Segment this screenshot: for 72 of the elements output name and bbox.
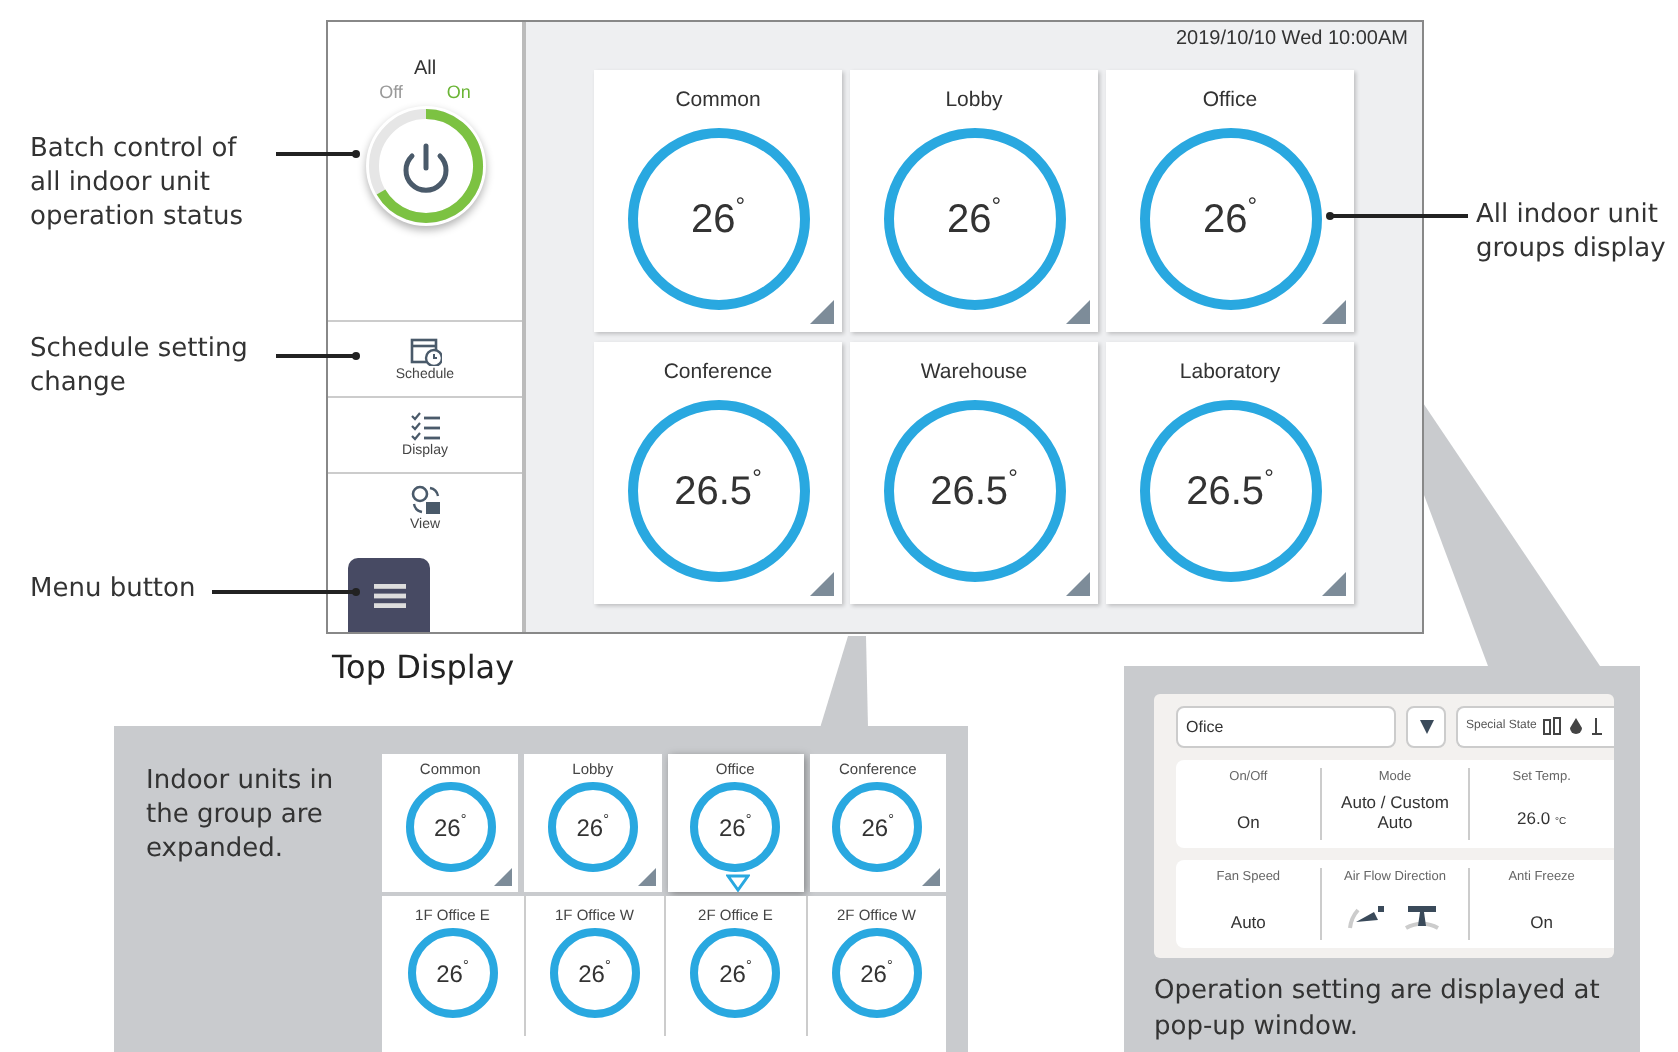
- temperature-ring: 26$^{°}$: [407, 928, 498, 1018]
- caret-icon: [1419, 719, 1433, 733]
- power-toggle-button[interactable]: [365, 106, 485, 226]
- corner-triangle-icon: [810, 572, 834, 596]
- callout-text: Schedule setting change: [30, 332, 250, 400]
- leader-line: [1328, 214, 1468, 218]
- setting-value[interactable]: Auto: [1190, 912, 1307, 932]
- leader-line: [276, 354, 356, 358]
- group-select-field[interactable]: Ofice: [1176, 705, 1396, 747]
- group-tile[interactable]: Conference 26.5$^{°}$: [594, 342, 842, 604]
- on-label: On: [446, 82, 471, 104]
- unit-icon: [1542, 716, 1563, 736]
- drop-icon: [1568, 716, 1585, 736]
- temperature-ring: 26.5$^{°}$: [1139, 400, 1321, 582]
- temperature-ring: 26$^{°}$: [627, 128, 809, 310]
- temperature-ring: 26$^{°}$: [405, 782, 496, 872]
- setting-value[interactable]: On: [1483, 912, 1600, 932]
- swing-louver-icon: [1346, 904, 1387, 932]
- callout-text: All indoor unit groups display: [1476, 198, 1668, 266]
- screen-caption: Top Display: [332, 646, 515, 690]
- group-name: Lobby: [945, 86, 1003, 114]
- corner-triangle-icon: [810, 300, 834, 324]
- leader-dot: [352, 150, 360, 158]
- leader-dot: [352, 588, 360, 596]
- corner-triangle-icon: [1066, 572, 1090, 596]
- panel-caption: Operation setting are displayed at pop-up window.: [1154, 974, 1602, 1046]
- off-label: Off: [379, 82, 403, 104]
- corner-triangle-icon: [922, 868, 940, 886]
- corner-triangle-icon: [1322, 300, 1346, 324]
- temperature-ring: 26$^{°}$: [831, 928, 922, 1018]
- pointer-icon: [725, 874, 749, 892]
- temperature-ring: 26$^{°}$: [690, 928, 781, 1018]
- temperature-ring: 26$^{°}$: [832, 782, 923, 872]
- leader-line: [276, 152, 356, 156]
- temperature-ring: 26$^{°}$: [690, 782, 781, 872]
- menu-icon: [373, 583, 405, 608]
- group-tile[interactable]: Office 26$^{°}$: [1106, 70, 1354, 332]
- corner-triangle-icon: [1066, 300, 1090, 324]
- corner-triangle-icon: [637, 868, 655, 886]
- panel-caption: Indoor units in the group are expanded.: [146, 764, 336, 868]
- leader-line: [212, 590, 356, 594]
- group-name: Laboratory: [1179, 358, 1281, 386]
- menu-button[interactable]: [348, 558, 430, 632]
- group-name: Common: [675, 86, 761, 114]
- all-label: All: [413, 58, 437, 82]
- group-name: Conference: [663, 358, 773, 386]
- group-tile[interactable]: Warehouse 26.5$^{°}$: [850, 342, 1098, 604]
- corner-triangle-icon: [1322, 572, 1346, 596]
- temperature-ring: 26.5$^{°}$: [627, 400, 809, 582]
- leader-dot: [1326, 212, 1334, 220]
- temperature-ring: 26$^{°}$: [547, 782, 638, 872]
- dropdown-button[interactable]: [1406, 705, 1446, 747]
- group-tile[interactable]: Common 26$^{°}$: [594, 70, 842, 332]
- vertical-louver-icon: [1402, 904, 1443, 932]
- calendar-clock-icon: [408, 333, 442, 366]
- temperature-ring: 26$^{°}$: [549, 928, 640, 1018]
- setting-value[interactable]: On: [1190, 812, 1307, 832]
- temperature-ring: 26$^{°}$: [1139, 128, 1321, 310]
- setting-value[interactable]: Auto / Custom Auto: [1336, 792, 1453, 832]
- group-name: Office: [1202, 86, 1258, 114]
- group-tile[interactable]: Laboratory 26.5$^{°}$: [1106, 342, 1354, 604]
- date-time: 2019/10/10 Wed 10:00AM: [1175, 26, 1408, 54]
- group-name: Warehouse: [920, 358, 1028, 386]
- corner-triangle-icon: [494, 868, 513, 886]
- temperature-ring: 26$^{°}$: [883, 128, 1065, 310]
- group-tile[interactable]: Lobby 26$^{°}$: [850, 70, 1098, 332]
- callout-text: Batch control of all indoor unit operation status: [30, 132, 245, 234]
- switch-view-icon: [408, 484, 442, 517]
- leader-dot: [352, 352, 360, 360]
- checklist-icon: [408, 409, 442, 442]
- callout-text: Menu button: [30, 572, 198, 606]
- temperature-ring: 26.5$^{°}$: [883, 400, 1065, 582]
